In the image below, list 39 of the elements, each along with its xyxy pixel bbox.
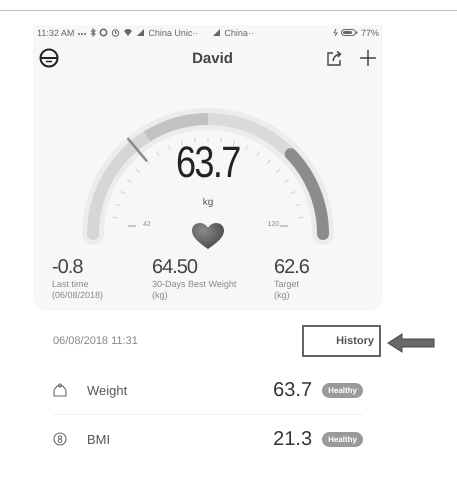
gauge-needle <box>127 138 148 162</box>
profile-name: David <box>191 50 234 66</box>
bmi-icon <box>53 432 67 446</box>
signal-icon <box>212 28 222 37</box>
charging-icon <box>332 28 338 37</box>
stat-value: -0.8 <box>52 256 84 279</box>
weight-reading: 63.7 <box>176 138 240 188</box>
metric-name: BMI <box>87 432 112 446</box>
carrier-name: China Unic·· <box>148 28 198 38</box>
status-badge: Healthy <box>322 432 363 446</box>
stat-value: 62.6 <box>274 256 310 279</box>
pointer-arrow <box>387 333 435 353</box>
metric-value: 63.7 <box>273 378 312 402</box>
stat-label: 30-Days Best Weight <box>152 279 238 290</box>
stat-label: (kg) <box>152 290 168 301</box>
stat-value: 64.50 <box>152 256 198 279</box>
battery-level: 77% <box>360 28 379 38</box>
wifi-icon <box>123 28 134 37</box>
stat-label: (06/08/2018) <box>52 290 104 301</box>
unit-label: kg <box>202 197 214 208</box>
alarm-icon <box>111 28 120 37</box>
battery-icon <box>340 28 358 37</box>
heart-icon <box>191 222 225 250</box>
stat-label: Last time <box>52 279 90 290</box>
settings-icon <box>99 28 108 37</box>
stat-label: Target <box>274 279 300 290</box>
menu-icon[interactable] <box>39 48 59 68</box>
status-badge: Healthy <box>322 382 363 398</box>
metric-name: Weight <box>87 382 128 398</box>
carrier-name: China·· <box>224 28 254 38</box>
bluetooth-icon <box>90 28 96 37</box>
measurement-time: 06/08/2018 11:31 <box>53 335 138 347</box>
stat-label: (kg) <box>274 290 290 301</box>
status-time: 11:32 AM <box>37 28 74 38</box>
signal-icon <box>136 28 146 37</box>
weight-icon <box>53 383 67 397</box>
share-icon[interactable] <box>326 50 343 66</box>
add-icon[interactable] <box>359 49 377 67</box>
metric-value: 21.3 <box>273 428 312 450</box>
